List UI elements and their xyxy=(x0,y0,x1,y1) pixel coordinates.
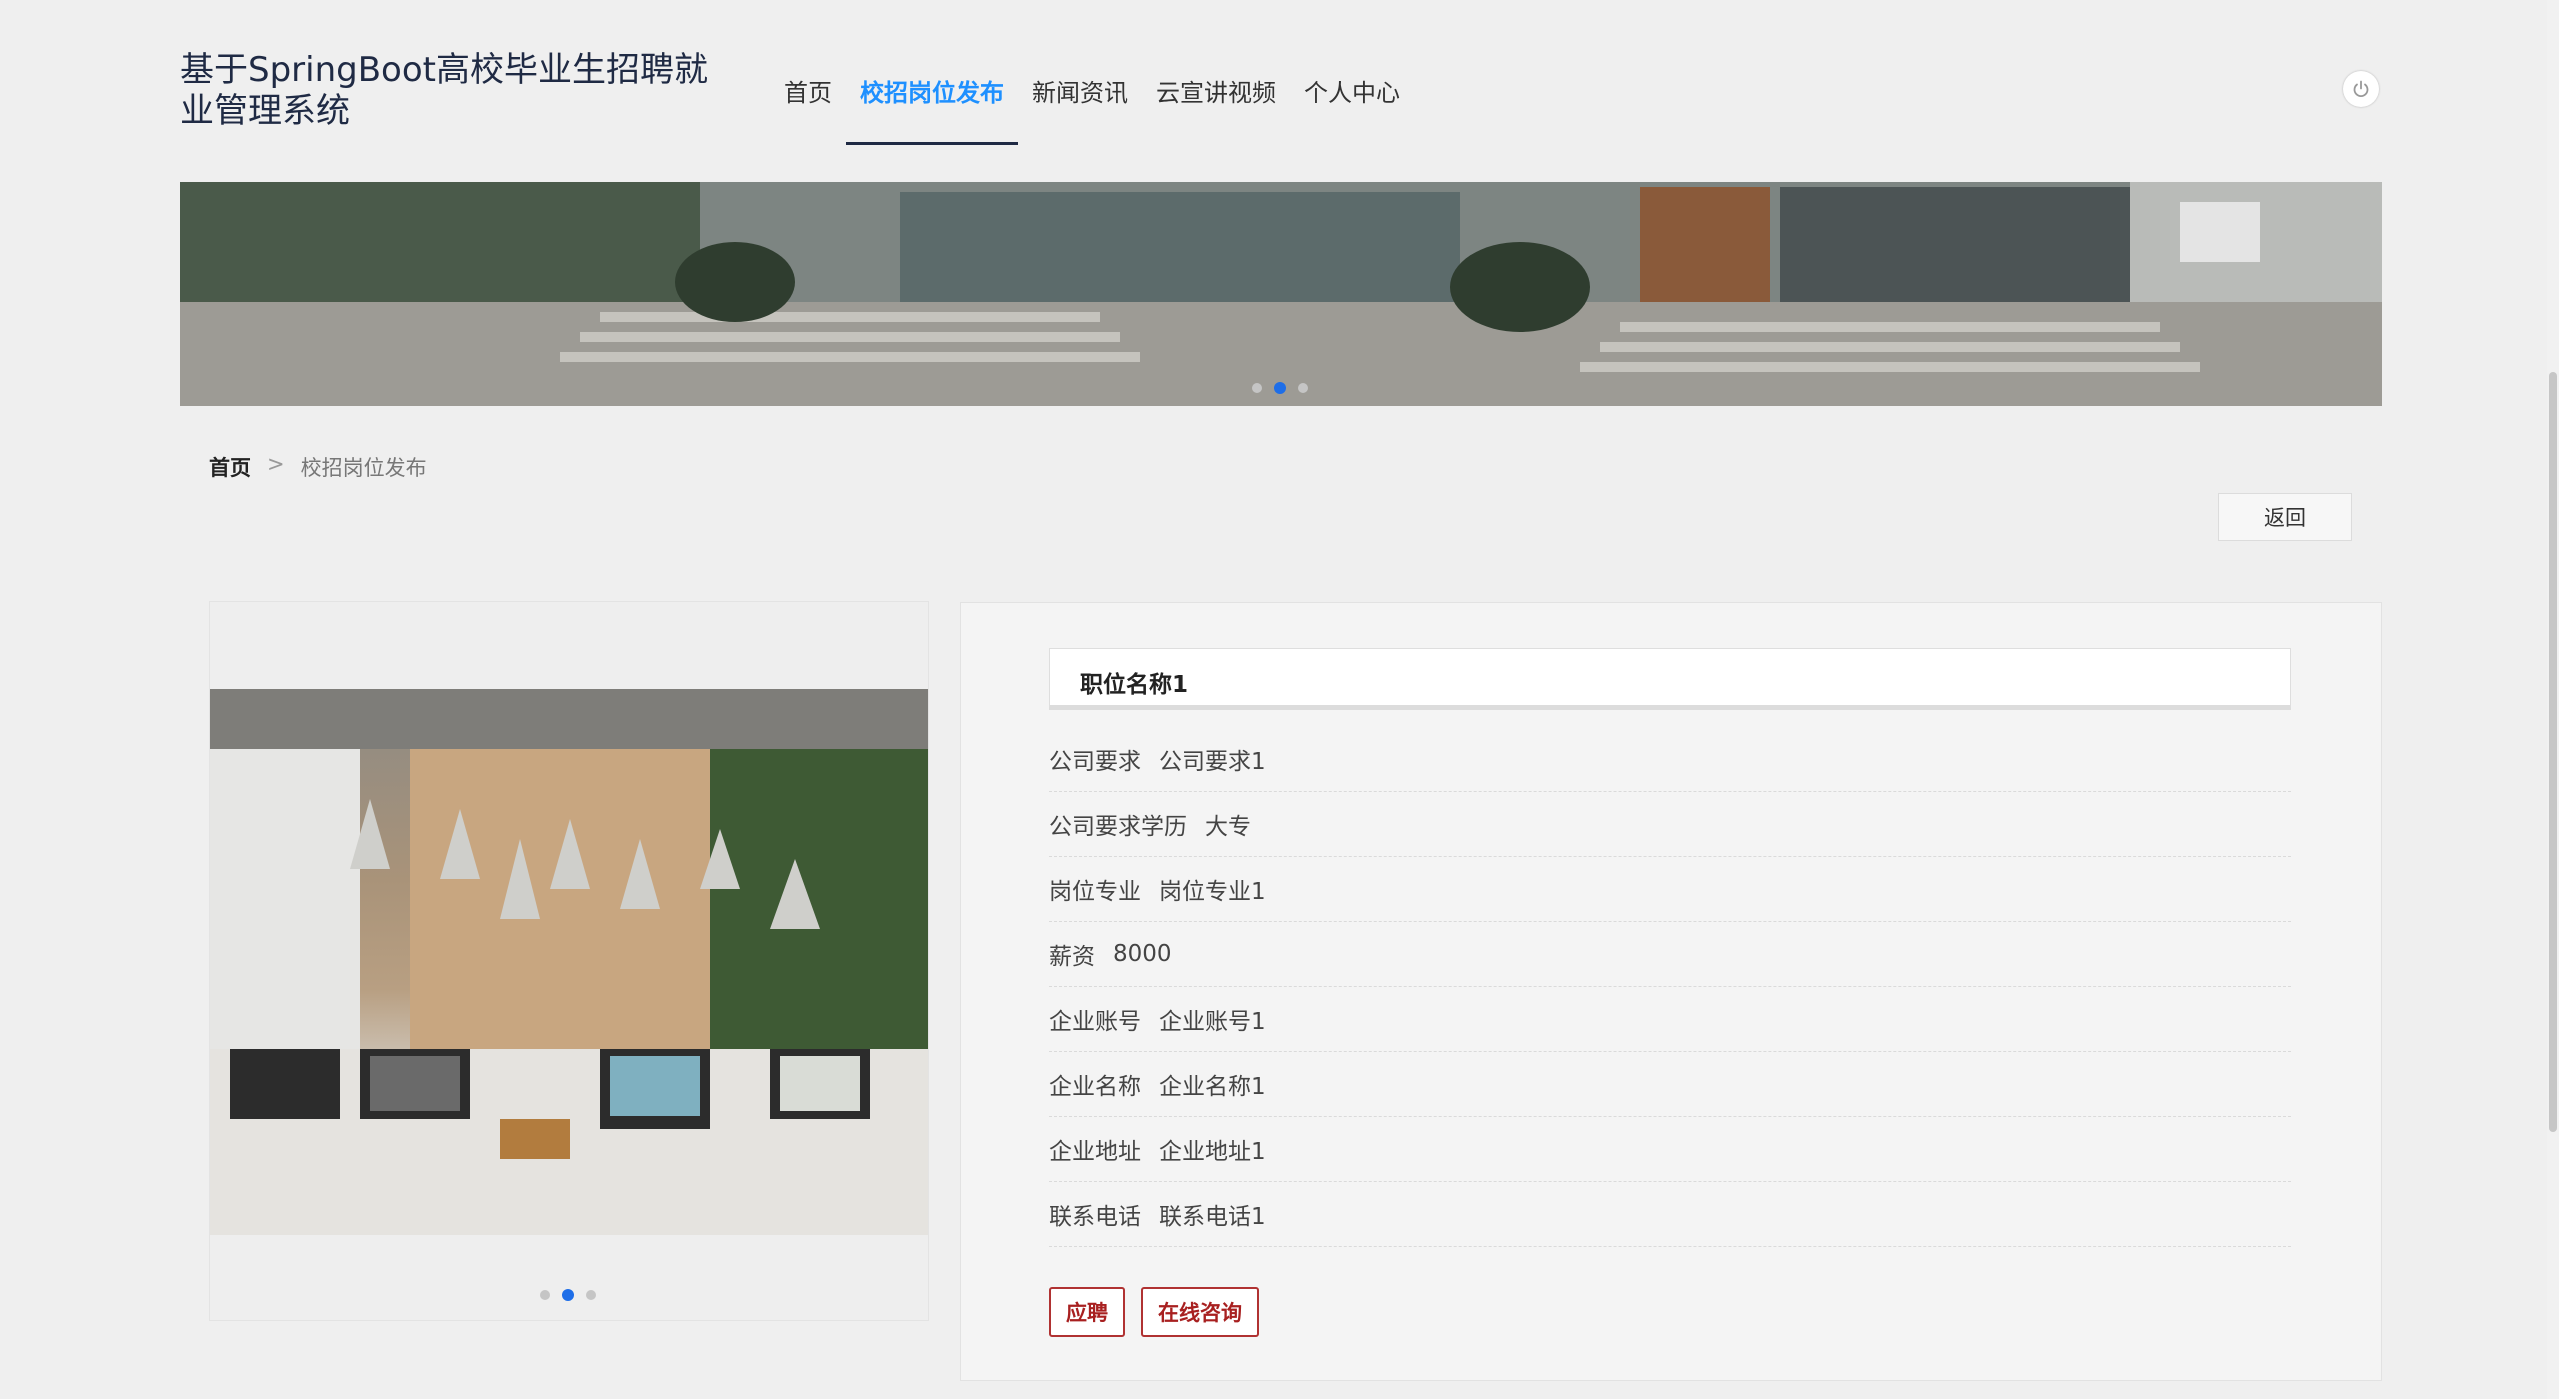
detail-label: 企业名称 xyxy=(1049,1074,1141,1100)
nav-home[interactable]: 首页 xyxy=(770,60,846,145)
detail-label: 薪资 xyxy=(1049,944,1095,970)
detail-row-salary: 薪资 8000 xyxy=(1049,922,2291,987)
job-actions: 应聘 在线咨询 xyxy=(1049,1287,1259,1337)
breadcrumb-separator: > xyxy=(267,452,285,476)
detail-value: 岗位专业1 xyxy=(1159,879,1266,905)
main-nav: 首页 校招岗位发布 新闻资讯 云宣讲视频 个人中心 xyxy=(770,60,1414,145)
gallery-dot-1[interactable] xyxy=(540,1290,550,1300)
detail-label: 企业账号 xyxy=(1049,1009,1141,1035)
job-details-panel: 职位名称1 公司要求 公司要求1 公司要求学历 大专 岗位专业 岗位专业1 薪资… xyxy=(960,602,2382,1381)
job-detail-list: 公司要求 公司要求1 公司要求学历 大专 岗位专业 岗位专业1 薪资 8000 … xyxy=(1049,727,2291,1247)
detail-label: 公司要求 xyxy=(1049,749,1141,775)
page: 基于SpringBoot高校毕业生招聘就业管理系统 首页 校招岗位发布 新闻资讯… xyxy=(0,0,2559,1399)
job-title: 职位名称1 xyxy=(1080,672,1189,698)
banner-dot-3[interactable] xyxy=(1298,383,1308,393)
job-image-gallery[interactable] xyxy=(209,601,929,1321)
detail-row-company-account: 企业账号 企业账号1 xyxy=(1049,987,2291,1052)
banner-carousel[interactable] xyxy=(180,182,2382,406)
banner-dot-1[interactable] xyxy=(1252,383,1262,393)
back-button[interactable]: 返回 xyxy=(2218,493,2352,541)
detail-value: 企业账号1 xyxy=(1159,1009,1266,1035)
logout-button[interactable] xyxy=(2343,71,2379,107)
detail-value: 联系电话1 xyxy=(1159,1204,1266,1230)
detail-label: 联系电话 xyxy=(1049,1204,1141,1230)
detail-row-major: 岗位专业 岗位专业1 xyxy=(1049,857,2291,922)
gallery-dot-3[interactable] xyxy=(586,1290,596,1300)
banner-image xyxy=(180,182,2382,406)
detail-label: 企业地址 xyxy=(1049,1139,1141,1165)
banner-dot-2[interactable] xyxy=(1274,382,1286,394)
apply-button[interactable]: 应聘 xyxy=(1049,1287,1125,1337)
nav-cloud-videos[interactable]: 云宣讲视频 xyxy=(1142,60,1290,145)
detail-value: 企业地址1 xyxy=(1159,1139,1266,1165)
detail-label: 岗位专业 xyxy=(1049,879,1141,905)
detail-value: 大专 xyxy=(1205,814,1251,840)
site-title: 基于SpringBoot高校毕业生招聘就业管理系统 xyxy=(180,50,708,131)
power-icon xyxy=(2353,80,2369,98)
gallery-dot-2[interactable] xyxy=(562,1289,574,1301)
detail-value: 公司要求1 xyxy=(1159,749,1266,775)
scrollbar-thumb[interactable] xyxy=(2549,372,2557,1132)
detail-row-company-requirement: 公司要求 公司要求1 xyxy=(1049,727,2291,792)
job-image xyxy=(210,689,928,1235)
breadcrumb-home[interactable]: 首页 xyxy=(209,452,251,482)
detail-label: 公司要求学历 xyxy=(1049,814,1187,840)
detail-row-company-name: 企业名称 企业名称1 xyxy=(1049,1052,2291,1117)
job-title-box: 职位名称1 xyxy=(1049,648,2291,710)
nav-campus-jobs[interactable]: 校招岗位发布 xyxy=(846,60,1018,145)
nav-personal-center[interactable]: 个人中心 xyxy=(1290,60,1414,145)
detail-row-education: 公司要求学历 大专 xyxy=(1049,792,2291,857)
gallery-pagination xyxy=(540,1289,596,1301)
breadcrumb-current: 校招岗位发布 xyxy=(300,456,427,480)
breadcrumb: 首页 > 校招岗位发布 xyxy=(209,452,427,482)
nav-news[interactable]: 新闻资讯 xyxy=(1018,60,1142,145)
online-consult-button[interactable]: 在线咨询 xyxy=(1141,1287,1259,1337)
detail-value: 企业名称1 xyxy=(1159,1074,1266,1100)
detail-value: 8000 xyxy=(1113,941,1172,967)
detail-row-company-address: 企业地址 企业地址1 xyxy=(1049,1117,2291,1182)
banner-pagination xyxy=(1252,382,1308,394)
detail-row-phone: 联系电话 联系电话1 xyxy=(1049,1182,2291,1247)
